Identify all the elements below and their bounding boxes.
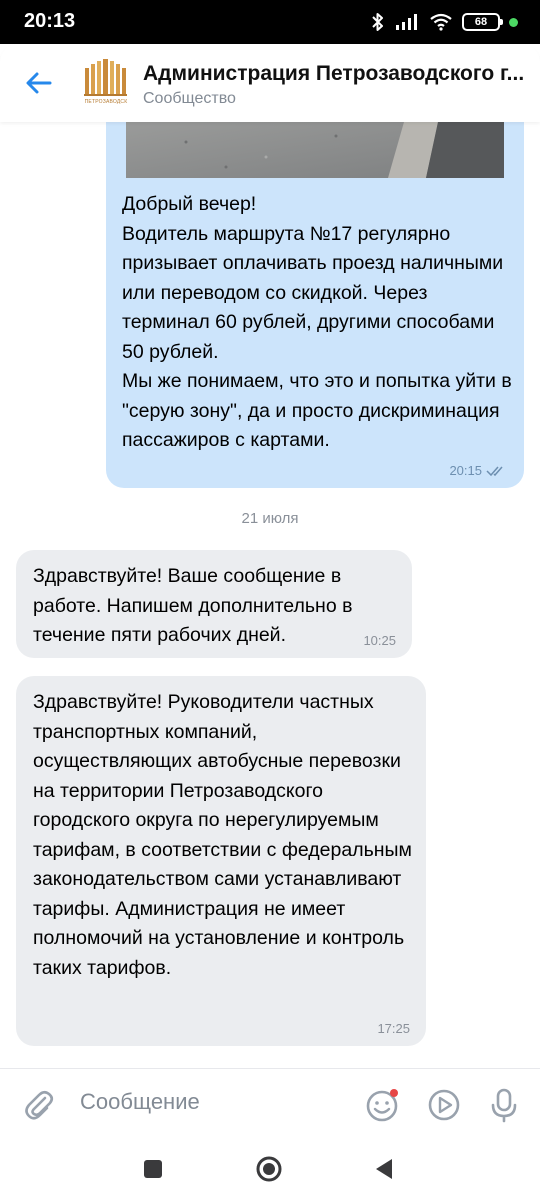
chat-header: ПЕТРОЗАВОДСК Администрация Петрозаводско… bbox=[0, 44, 540, 122]
date-separator: 21 июля bbox=[241, 510, 299, 527]
status-time: 20:13 bbox=[24, 10, 76, 32]
status-bar: 20:13 68 bbox=[0, 0, 540, 44]
recents-icon[interactable] bbox=[138, 1154, 168, 1184]
outgoing-message-meta: 20:15 bbox=[449, 463, 506, 478]
video-message-icon[interactable] bbox=[425, 1086, 463, 1124]
wifi-icon bbox=[430, 13, 452, 31]
privacy-indicator-dot bbox=[509, 17, 518, 27]
back-arrow-icon[interactable] bbox=[22, 66, 56, 100]
community-avatar[interactable]: ПЕТРОЗАВОДСК bbox=[80, 58, 132, 110]
microphone-icon[interactable] bbox=[485, 1086, 523, 1124]
message-composer: Сообщение bbox=[0, 1068, 540, 1140]
incoming-message-time: 10:25 bbox=[363, 633, 396, 648]
outgoing-message[interactable]: Добрый вечер! Водитель маршрута №17 регу… bbox=[106, 122, 524, 488]
system-navigation-bar bbox=[0, 1140, 540, 1200]
incoming-message[interactable]: Здравствуйте! Руководители частных транс… bbox=[16, 676, 426, 1046]
incoming-message-time: 17:25 bbox=[377, 1021, 410, 1036]
photo-content bbox=[126, 122, 504, 178]
emoji-icon[interactable] bbox=[364, 1086, 402, 1124]
back-icon[interactable] bbox=[370, 1154, 400, 1184]
attach-icon[interactable] bbox=[20, 1086, 58, 1124]
outgoing-message-time: 20:15 bbox=[449, 463, 482, 478]
chat-title[interactable]: Администрация Петрозаводского г... bbox=[143, 62, 533, 86]
status-icons: 68 bbox=[371, 12, 518, 32]
notification-dot bbox=[390, 1089, 398, 1097]
read-checkmarks-icon bbox=[486, 466, 503, 476]
message-list[interactable]: Добрый вечер! Водитель маршрута №17 регу… bbox=[0, 122, 540, 1068]
incoming-message-text: Здравствуйте! Ваше сообщение в работе. Н… bbox=[33, 565, 353, 646]
home-icon[interactable] bbox=[254, 1154, 284, 1184]
incoming-message[interactable]: Здравствуйте! Ваше сообщение в работе. Н… bbox=[16, 550, 412, 658]
attached-photo[interactable] bbox=[126, 122, 504, 178]
chat-subtitle: Сообщество bbox=[143, 90, 236, 107]
bluetooth-icon bbox=[372, 13, 383, 31]
battery-icon: 68 bbox=[462, 13, 503, 31]
incoming-message-text: Здравствуйте! Руководители частных транс… bbox=[33, 691, 412, 979]
logo-caption: ПЕТРОЗАВОДСК bbox=[84, 99, 128, 105]
signal-icon bbox=[396, 14, 417, 30]
message-input[interactable]: Сообщение bbox=[80, 1089, 200, 1115]
outgoing-message-text: Добрый вечер! Водитель маршрута №17 регу… bbox=[122, 193, 512, 451]
